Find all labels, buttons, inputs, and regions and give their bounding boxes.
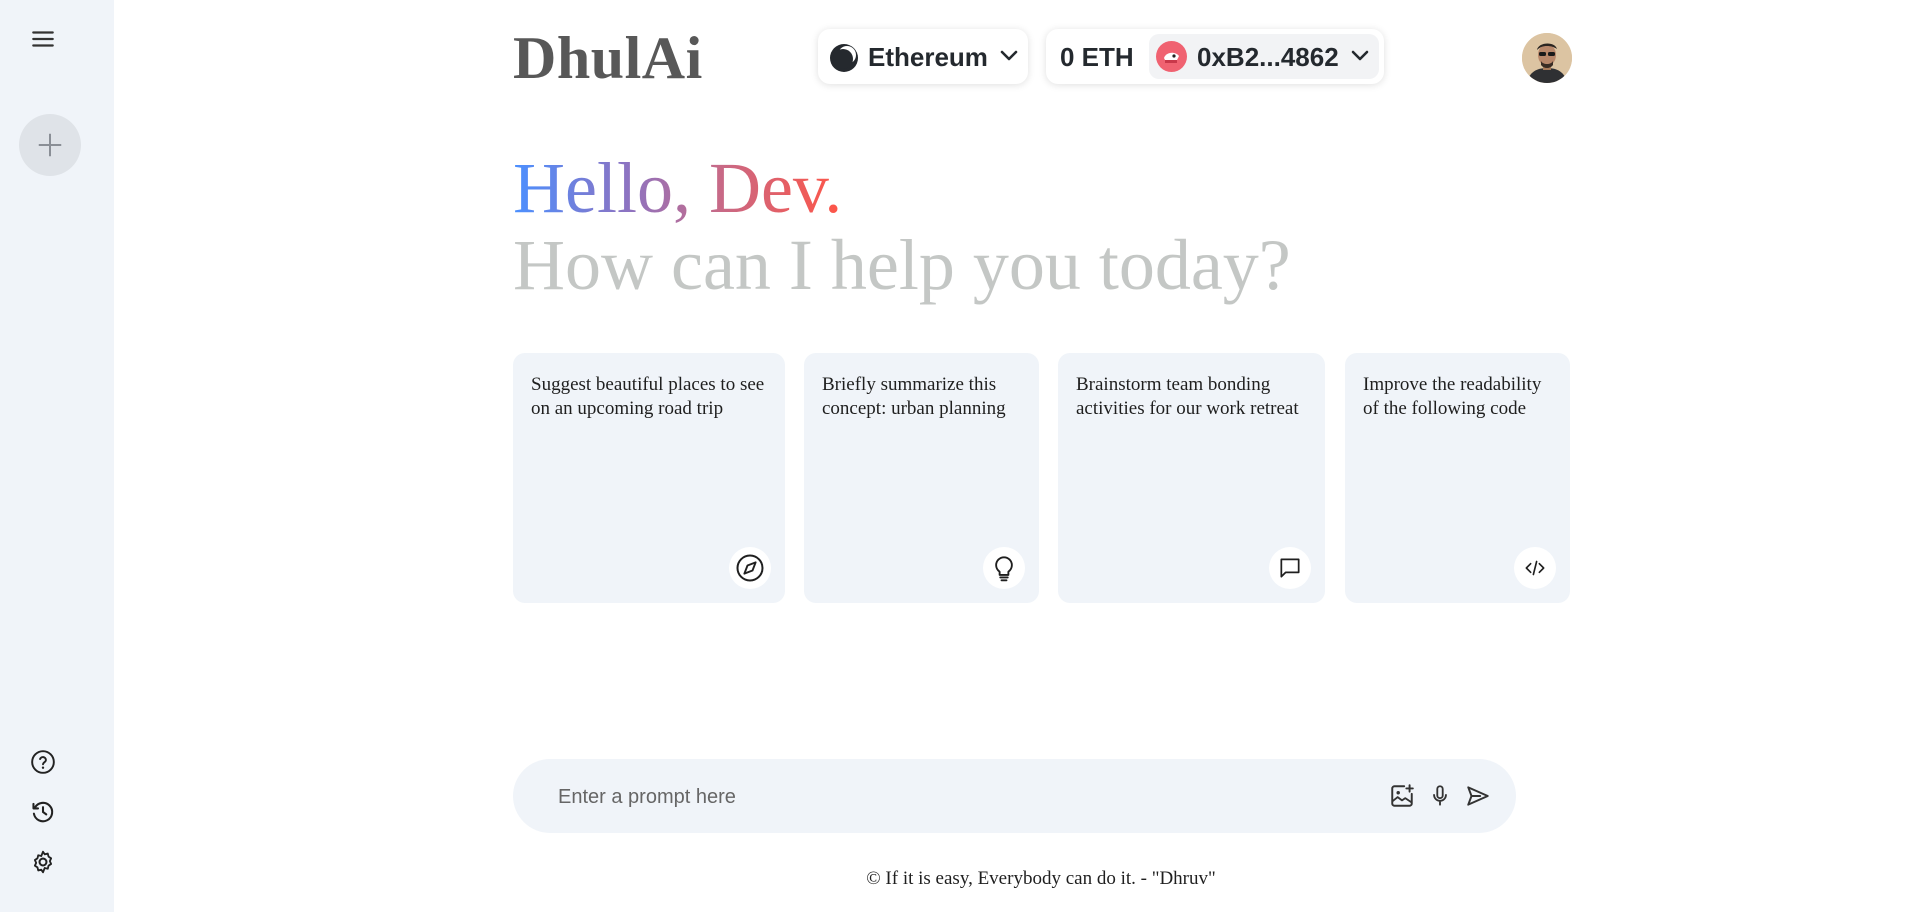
greeting-subtitle: How can I help you today? (513, 225, 1291, 305)
prompt-bar (513, 759, 1516, 833)
help-icon[interactable] (30, 749, 56, 775)
card-text: Improve the readability of the following… (1363, 374, 1542, 419)
chevron-down-icon (1000, 50, 1018, 61)
suggestion-card[interactable]: Improve the readability of the following… (1345, 353, 1570, 603)
user-avatar[interactable] (1522, 33, 1572, 83)
suggestion-card[interactable]: Briefly summarize this concept: urban pl… (804, 353, 1039, 603)
mic-icon[interactable] (1427, 783, 1453, 809)
message-icon (1269, 547, 1311, 589)
wallet-address: 0xB2...4862 (1197, 42, 1339, 72)
menu-icon[interactable] (30, 26, 56, 52)
footer-text: © If it is easy, Everybody can do it. - … (866, 868, 1216, 889)
history-icon[interactable] (30, 799, 56, 825)
prompt-input[interactable] (556, 777, 1340, 817)
ethereum-icon (830, 44, 858, 72)
chain-selector-button[interactable]: Ethereum (818, 29, 1028, 84)
footer: © If it is easy, Everybody can do it. - … (0, 868, 1911, 890)
chevron-down-icon (1351, 50, 1369, 61)
plus-icon (38, 133, 62, 157)
send-icon[interactable] (1465, 783, 1491, 809)
brand-logo: DhulAi (513, 25, 703, 91)
new-chat-button[interactable] (19, 114, 81, 176)
bulb-icon (983, 547, 1025, 589)
suggestion-card[interactable]: Brainstorm team bonding activities for o… (1058, 353, 1325, 603)
account-pill: 0 ETH 0xB2...4862 (1046, 29, 1384, 84)
suggestion-card[interactable]: Suggest beautiful places to see on an up… (513, 353, 785, 603)
card-text: Brainstorm team bonding activities for o… (1076, 374, 1299, 419)
account-button[interactable]: 0xB2...4862 (1149, 34, 1379, 79)
compass-icon (729, 547, 771, 589)
card-text: Briefly summarize this concept: urban pl… (822, 374, 1006, 419)
wallet-avatar (1156, 41, 1187, 72)
image-upload-icon[interactable] (1389, 783, 1415, 809)
chain-name: Ethereum (868, 42, 988, 72)
wallet-balance: 0 ETH (1060, 42, 1134, 72)
sidebar (0, 0, 114, 912)
code-icon (1514, 547, 1556, 589)
card-text: Suggest beautiful places to see on an up… (531, 374, 765, 419)
